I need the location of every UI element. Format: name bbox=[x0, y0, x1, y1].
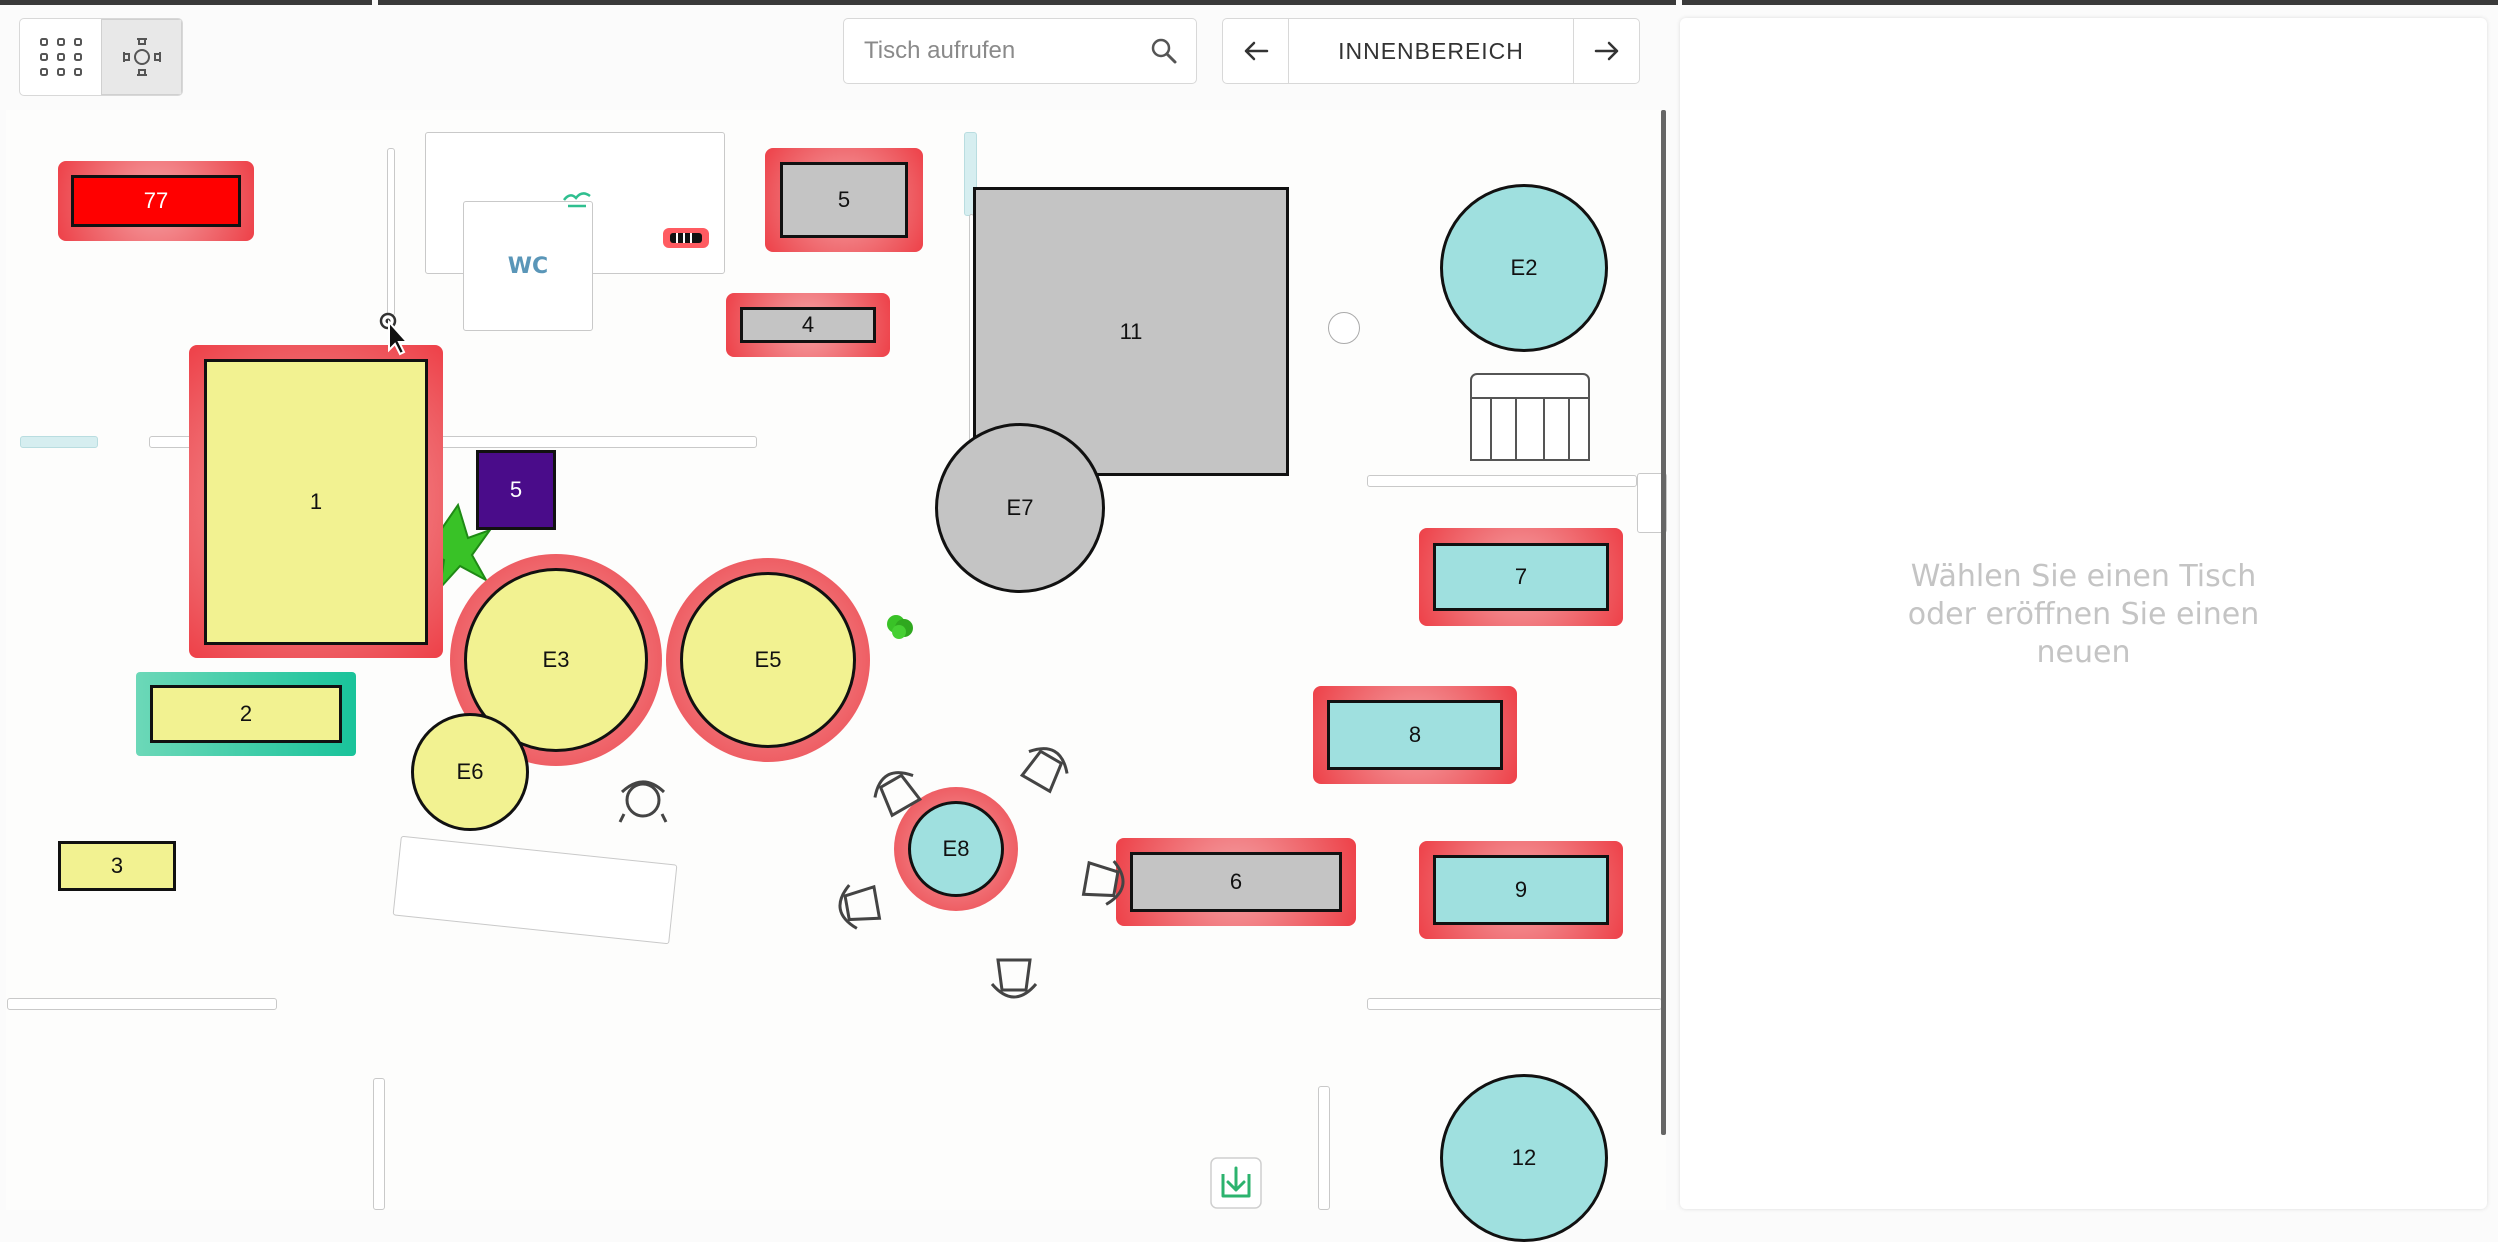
table-E2[interactable]: E2 bbox=[1440, 184, 1608, 352]
table-6[interactable]: 6 bbox=[1116, 838, 1356, 926]
empty-state-line: neuen bbox=[2036, 635, 2131, 670]
entrance-icon[interactable] bbox=[1209, 1156, 1263, 1210]
area-name: INNENBEREICH bbox=[1338, 37, 1524, 64]
table-label: E6 bbox=[411, 713, 529, 831]
wall bbox=[387, 148, 395, 316]
wall bbox=[373, 1078, 385, 1210]
previous-area-button[interactable] bbox=[1223, 19, 1289, 83]
table-label: E8 bbox=[908, 801, 1004, 897]
table-E5[interactable]: E5 bbox=[666, 558, 870, 762]
table-label: 2 bbox=[150, 685, 342, 743]
wall bbox=[392, 835, 678, 945]
search-icon[interactable] bbox=[1150, 37, 1178, 65]
table-label: 6 bbox=[1130, 852, 1342, 912]
table-label: 8 bbox=[1327, 700, 1503, 770]
table-label: 4 bbox=[740, 307, 876, 343]
wall bbox=[1367, 475, 1637, 487]
grid-view-button[interactable] bbox=[20, 19, 101, 95]
table-8[interactable]: 8 bbox=[1313, 686, 1517, 784]
wall bbox=[7, 998, 277, 1010]
mouse-cursor-icon bbox=[379, 312, 409, 356]
table-5[interactable]: 5 bbox=[765, 148, 923, 252]
chair-icon bbox=[618, 780, 668, 823]
table-label: 77 bbox=[71, 175, 241, 227]
chair-icon bbox=[1081, 860, 1125, 906]
table-5-bar[interactable]: 5 bbox=[476, 450, 556, 530]
table-12[interactable]: 12 bbox=[1440, 1074, 1608, 1242]
table-label: 5 bbox=[780, 162, 908, 238]
radiator-icon bbox=[663, 228, 709, 248]
pillar bbox=[1328, 312, 1360, 344]
table-7[interactable]: 7 bbox=[1419, 528, 1623, 626]
table-search bbox=[843, 18, 1197, 84]
table-label: 7 bbox=[1433, 543, 1609, 611]
table-label: E2 bbox=[1440, 184, 1608, 352]
arrow-left-icon bbox=[1244, 41, 1268, 61]
floorplan-view-button[interactable] bbox=[101, 19, 182, 95]
table-label: 5 bbox=[476, 450, 556, 530]
floorplan-scrollbar[interactable] bbox=[1661, 110, 1666, 1135]
table-label: 12 bbox=[1440, 1074, 1608, 1242]
grid-icon bbox=[39, 38, 82, 76]
table-E6[interactable]: E6 bbox=[411, 713, 529, 831]
table-3[interactable]: 3 bbox=[58, 841, 176, 891]
window-top-border-gap bbox=[372, 0, 378, 5]
table-label: 9 bbox=[1433, 855, 1609, 925]
table-detail-panel: Wählen Sie einen Tisch oder eröffnen Sie… bbox=[1680, 18, 2487, 1209]
table-label: E5 bbox=[680, 572, 856, 748]
plant-icon bbox=[563, 192, 591, 208]
table-77[interactable]: 77 bbox=[58, 161, 254, 241]
empty-state-line: Wählen Sie einen Tisch bbox=[1910, 559, 2257, 594]
wall bbox=[1318, 1086, 1330, 1210]
table-2[interactable]: 2 bbox=[136, 672, 356, 756]
window-top-border-gap bbox=[1676, 0, 1682, 5]
wc-label: WC bbox=[507, 253, 549, 279]
table-label: E7 bbox=[935, 423, 1105, 593]
table-9[interactable]: 9 bbox=[1419, 841, 1623, 939]
empty-state-message: Wählen Sie einen Tisch oder eröffnen Sie… bbox=[1680, 558, 2487, 672]
table-1[interactable]: 1 bbox=[189, 345, 443, 658]
floorplan-canvas[interactable]: WC 77 5 4 11 E2 1 5 E7 7 E3 E5 2 8 E6 E8… bbox=[6, 110, 1667, 1242]
plant-icon bbox=[887, 615, 913, 639]
chair-icon bbox=[838, 884, 882, 930]
sofa-icon bbox=[1470, 373, 1590, 461]
next-area-button[interactable] bbox=[1573, 19, 1639, 83]
table-4[interactable]: 4 bbox=[726, 293, 890, 357]
chair-icon bbox=[1019, 747, 1069, 794]
floorplan-icon bbox=[122, 38, 161, 76]
view-toggle bbox=[19, 18, 183, 96]
glass-wall bbox=[20, 436, 98, 448]
chair-icon bbox=[990, 958, 1038, 999]
empty-state-line: oder eröffnen Sie einen bbox=[1907, 597, 2260, 632]
wc-room: WC bbox=[463, 201, 593, 331]
table-search-input[interactable] bbox=[862, 19, 1136, 83]
arrow-right-icon bbox=[1594, 41, 1618, 61]
area-navigator: INNENBEREICH bbox=[1222, 18, 1640, 84]
wall bbox=[1367, 998, 1662, 1010]
table-label: 1 bbox=[204, 358, 428, 645]
table-label: 3 bbox=[58, 841, 176, 891]
table-E7[interactable]: E7 bbox=[935, 423, 1105, 593]
